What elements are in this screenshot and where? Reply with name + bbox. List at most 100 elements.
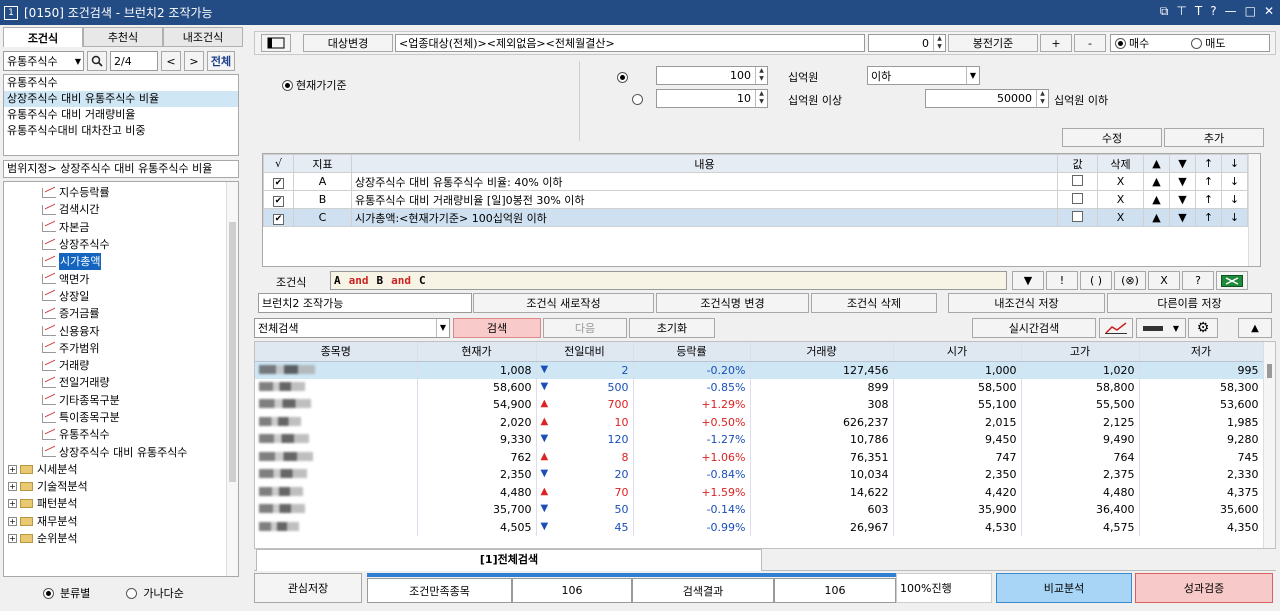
radio-buy[interactable] xyxy=(1115,37,1126,49)
tree-folder[interactable]: + 기술적분석 xyxy=(4,478,238,495)
table-row[interactable]: 4,505 ▼ 45 -0.99% 26,967 4,530 4,575 4,350 xyxy=(255,518,1264,536)
value1-input[interactable]: 100 ▲ ▼ xyxy=(656,66,768,85)
value-checkbox[interactable] xyxy=(1072,210,1083,222)
condition-row[interactable]: ✔ B 유통주식수 대비 거래량비율 [일]0봉전 30% 이하 X ▲ ▼ ↑ ↓ xyxy=(263,190,1248,209)
move-down-cell[interactable]: ↓ xyxy=(1221,208,1248,227)
tree-folder[interactable]: + 패턴분석 xyxy=(4,495,238,512)
table-row[interactable]: 35,700 ▼ 50 -0.14% 603 35,900 36,400 35,600 xyxy=(255,501,1264,519)
minimize-icon[interactable]: — xyxy=(1225,4,1237,19)
table-row[interactable]: 58,600 ▼ 500 -0.85% 899 58,500 58,800 58,300 xyxy=(255,378,1264,396)
spin-control[interactable]: ▲ ▼ xyxy=(755,67,767,84)
tree-item[interactable]: 거래량 xyxy=(4,357,238,374)
expand-icon[interactable]: + xyxy=(8,464,17,474)
performance-verify-button[interactable]: 성과검증 xyxy=(1135,573,1273,603)
tree-item[interactable]: 자본금 xyxy=(4,219,238,236)
move-top-cell[interactable]: ▲ xyxy=(1143,208,1170,227)
delete-cell[interactable]: X xyxy=(1097,208,1144,227)
tree-item[interactable]: 상장주식수 xyxy=(4,236,238,253)
condition-name-input[interactable]: 브런치2 조작가능 xyxy=(258,293,472,313)
value-checkbox[interactable] xyxy=(1072,174,1083,186)
condition-row[interactable]: ✔ C 시가총액:<현재가기준> 100십억원 이하 X ▲ ▼ ↑ ↓ xyxy=(263,208,1248,227)
save-interest-button[interactable]: 관심저장 xyxy=(254,573,362,603)
reset-button[interactable]: 초기화 xyxy=(629,318,715,338)
spin-control[interactable]: ▲ ▼ xyxy=(755,90,767,107)
minus-button[interactable]: - xyxy=(1074,34,1106,52)
table-row[interactable]: 2,020 ▲ 10 +0.50% 626,237 2,015 2,125 1,985 xyxy=(255,413,1264,431)
delete-cell[interactable]: X xyxy=(1097,190,1144,209)
op-clear-button[interactable]: X xyxy=(1148,271,1180,290)
add-button[interactable]: 추가 xyxy=(1164,128,1264,147)
layout-select[interactable]: ▼ xyxy=(1136,318,1186,338)
tree-item[interactable]: 유통주식수 xyxy=(4,426,238,443)
tree-folder[interactable]: + 재무분석 xyxy=(4,513,238,530)
results-header[interactable]: 거래량 xyxy=(750,342,894,362)
all-button[interactable]: 전체 xyxy=(207,51,235,71)
radio-current-price-basis[interactable] xyxy=(282,79,293,91)
tree-item[interactable]: 전일거래량 xyxy=(4,374,238,391)
pin-icon[interactable]: ⊤ xyxy=(1176,4,1186,19)
value-checkbox[interactable] xyxy=(1072,192,1083,204)
expand-icon[interactable]: + xyxy=(8,516,17,526)
results-header[interactable]: 고가 xyxy=(1021,342,1140,362)
table-row[interactable]: 9,330 ▼ 120 -1.27% 10,786 9,450 9,490 9,280 xyxy=(255,431,1264,449)
delete-cell[interactable]: X xyxy=(1097,172,1144,191)
list-item[interactable]: 유통주식수 대비 거래량비율 xyxy=(4,107,238,123)
results-header[interactable]: 저가 xyxy=(1139,342,1264,362)
op-down-button[interactable]: ▼ xyxy=(1012,271,1044,290)
chevron-down-icon[interactable]: ▼ xyxy=(75,57,81,66)
excel-export-button[interactable] xyxy=(1216,271,1248,290)
screen-icon-button[interactable] xyxy=(261,34,291,52)
op-xor-button[interactable]: (⊗) xyxy=(1114,271,1146,290)
tree-item[interactable]: 기타종목구분 xyxy=(4,392,238,409)
tree-item[interactable]: 시가총액 xyxy=(4,253,238,271)
bar-basis-button[interactable]: 봉전기준 xyxy=(948,34,1038,52)
move-down-cell[interactable]: ↓ xyxy=(1221,172,1248,191)
op-not-button[interactable]: ! xyxy=(1046,271,1078,290)
move-top-cell[interactable]: ▲ xyxy=(1143,172,1170,191)
expand-icon[interactable]: + xyxy=(8,499,17,509)
expand-icon[interactable]: + xyxy=(8,482,17,492)
list-item[interactable]: 유통주식수 xyxy=(4,75,238,91)
compare-select[interactable]: 이하 ▼ xyxy=(867,66,980,85)
tree-item[interactable]: 증거금률 xyxy=(4,305,238,322)
expand-icon[interactable]: + xyxy=(8,534,17,544)
condition-row[interactable]: ✔ A 상장주식수 대비 유통주식수 비율: 40% 이하 X ▲ ▼ ↑ ↓ xyxy=(263,172,1248,191)
tree-item[interactable]: 상장일 xyxy=(4,288,238,305)
move-bottom-cell[interactable]: ▼ xyxy=(1169,172,1196,191)
tab-recommended[interactable]: 추천식 xyxy=(83,27,163,47)
help-icon[interactable]: ? xyxy=(1210,4,1216,19)
value3-input[interactable]: 50000 ▲ ▼ xyxy=(925,89,1049,108)
move-bottom-cell[interactable]: ▼ xyxy=(1169,190,1196,209)
tab-my-conditions[interactable]: 내조건식 xyxy=(163,27,243,47)
move-up-cell[interactable]: ↑ xyxy=(1195,190,1222,209)
list-item[interactable]: 유통주식수대비 대차잔고 비중 xyxy=(4,123,238,139)
maximize-icon[interactable]: □ xyxy=(1245,4,1256,19)
value2-input[interactable]: 10 ▲ ▼ xyxy=(656,89,768,108)
results-header[interactable]: 등락률 xyxy=(633,342,751,362)
font-icon[interactable]: T xyxy=(1195,4,1202,19)
bar-offset-input[interactable]: 0 ▲ ▼ xyxy=(868,34,946,52)
move-bottom-cell[interactable]: ▼ xyxy=(1169,208,1196,227)
radio-sell[interactable] xyxy=(1191,37,1203,49)
formula-input[interactable]: A and B and C xyxy=(330,271,1007,290)
table-row[interactable]: 2,350 ▼ 20 -0.84% 10,034 2,350 2,375 2,330 xyxy=(255,466,1264,484)
next-page-button[interactable]: > xyxy=(184,51,204,71)
tab-all-search[interactable]: [1]전체검색 xyxy=(256,549,762,571)
results-header[interactable]: 종목명 xyxy=(255,342,418,362)
move-up-cell[interactable]: ↑ xyxy=(1195,208,1222,227)
move-up-cell[interactable]: ↑ xyxy=(1195,172,1222,191)
save-as-button[interactable]: 다른이름 저장 xyxy=(1107,293,1272,313)
condition-scrollbar[interactable] xyxy=(1248,154,1260,266)
search-scope-select[interactable]: 전체검색 ▼ xyxy=(254,318,450,338)
tree-item[interactable]: 액면가 xyxy=(4,270,238,287)
op-paren-button[interactable]: ( ) xyxy=(1080,271,1112,290)
chevron-down-icon[interactable]: ▼ xyxy=(966,67,979,84)
next-button[interactable]: 다음 xyxy=(543,318,627,338)
table-row[interactable]: 1,008 ▼ 2 -0.20% 127,456 1,000 1,020 995 xyxy=(255,361,1264,379)
op-help-button[interactable]: ? xyxy=(1182,271,1214,290)
condition-checkbox[interactable]: ✔ xyxy=(273,213,284,225)
list-item[interactable]: 상장주식수 대비 유통주식수 비율 xyxy=(4,91,238,107)
spin-control[interactable]: ▲ ▼ xyxy=(933,35,945,51)
target-change-button[interactable]: 대상변경 xyxy=(303,34,393,52)
tree-item[interactable]: 지수등락률 xyxy=(4,184,238,201)
